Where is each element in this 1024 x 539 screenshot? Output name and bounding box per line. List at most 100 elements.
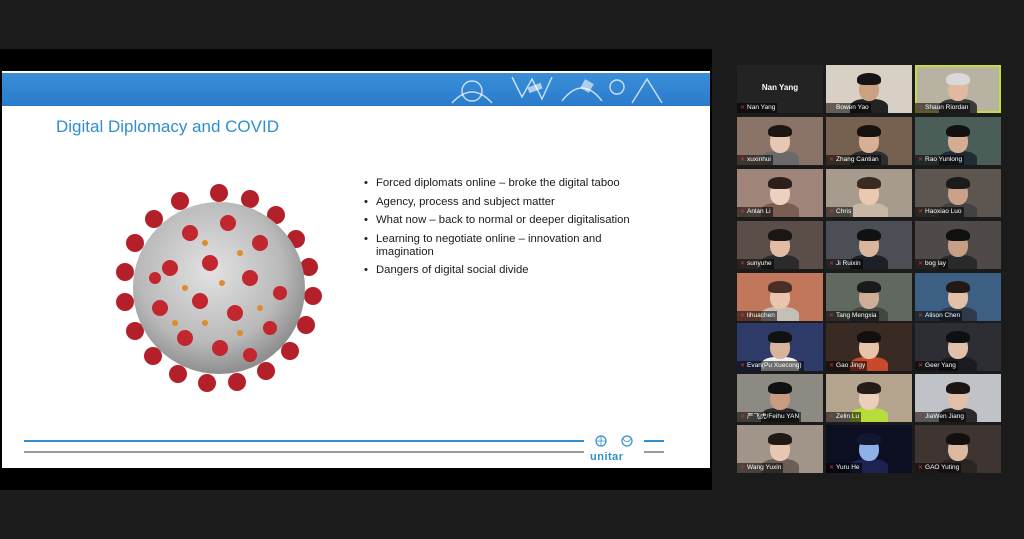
participant-name-label: ✕ 严飞虎/Feihu YAN	[737, 412, 802, 422]
participant-name: JiaWen Jiang	[925, 413, 964, 420]
participant-name-label: ✕ bog lay	[915, 259, 948, 269]
participant-tile[interactable]: ✕ Ji Ruixin	[826, 221, 912, 269]
participant-video-hair	[946, 229, 970, 241]
participant-tile[interactable]: ✕ Zhang Cantian	[826, 117, 912, 165]
participant-name: Zhang Cantian	[836, 156, 879, 163]
participant-name: Bowen Yao	[836, 104, 869, 111]
participant-tile[interactable]: ✕ Zelin Lu	[826, 374, 912, 422]
participant-name-label: ✕ xuxinhui	[737, 155, 773, 165]
participant-video-hair	[946, 281, 970, 293]
participant-video-hair	[857, 125, 881, 137]
participant-name: Wang Yuxin	[747, 464, 782, 471]
participant-video-hair	[857, 177, 881, 189]
participant-name: GAO Yuting	[925, 464, 960, 471]
participant-name: Geer Yang	[925, 362, 956, 369]
participant-name-label: ✕ Bowen Yao	[826, 103, 871, 113]
footer-rule-blue-right	[644, 440, 664, 442]
participant-tile[interactable]: ✕ Shaun Riordan	[915, 65, 1001, 113]
participant-video-hair	[768, 382, 792, 394]
participant-video-hair	[857, 281, 881, 293]
participant-name: Anlan Li	[747, 208, 771, 215]
participant-tile[interactable]: ✕ Anlan Li	[737, 169, 823, 217]
participant-name-label: ✕ Rao Yunlong	[915, 155, 965, 165]
muted-mic-icon: ✕	[829, 157, 835, 163]
participant-tile[interactable]: ✕ Rao Yunlong	[915, 117, 1001, 165]
participant-name-label: ✕ sunyuhe	[737, 259, 774, 269]
participant-tile[interactable]: ✕ Alison Chen	[915, 273, 1001, 321]
muted-mic-icon: ✕	[740, 209, 746, 215]
participant-video-hair	[946, 331, 970, 343]
muted-mic-icon: ✕	[829, 105, 835, 111]
participant-name: Rao Yunlong	[925, 156, 963, 163]
slide-bullet-list: Forced diplomats online – broke the digi…	[364, 177, 654, 283]
muted-mic-icon: ✕	[918, 313, 924, 319]
participant-tile[interactable]: ✕ Evan(Pu Xuecong)	[737, 323, 823, 371]
participant-video-hair	[768, 177, 792, 189]
participant-tile[interactable]: ✕ lihuachen	[737, 273, 823, 321]
participant-name: lihuachen	[747, 312, 775, 319]
bullet-item: What now – back to normal or deeper digi…	[364, 214, 654, 227]
participant-name: Chris	[836, 208, 852, 215]
presentation-slide: Digital Diplomacy and COVID • Forced dip…	[2, 71, 710, 468]
participant-name-label: ✕ GAO Yuting	[915, 463, 962, 473]
participant-name: 严飞虎/Feihu YAN	[747, 413, 800, 420]
muted-mic-icon: ✕	[829, 209, 835, 215]
unitar-logo-text: unitar	[590, 451, 624, 463]
participant-tile[interactable]: ✕ GAO Yuting	[915, 425, 1001, 473]
participant-name-label: ✕ Shaun Riordan	[915, 103, 971, 113]
muted-mic-icon: ✕	[829, 414, 835, 420]
muted-mic-icon: ✕	[918, 465, 924, 471]
muted-mic-icon: ✕	[829, 313, 835, 319]
muted-mic-icon: ✕	[740, 465, 746, 471]
participant-tile[interactable]: Nan Yang ✕ Nan Yang	[737, 65, 823, 113]
muted-mic-icon: ✕	[829, 363, 835, 369]
participant-name-label: ✕ Haoxiao Luo	[915, 207, 964, 217]
slide-title: Digital Diplomacy and COVID	[56, 117, 279, 136]
slide-header-banner	[2, 73, 710, 106]
participant-tile[interactable]: ✕ bog lay	[915, 221, 1001, 269]
participant-video-hair	[768, 281, 792, 293]
participant-video-hair	[768, 331, 792, 343]
footer-rule-gray	[24, 451, 584, 453]
participant-name-label: ✕ Ji Ruixin	[826, 259, 863, 269]
participant-tile[interactable]: ✕ Bowen Yao	[826, 65, 912, 113]
participant-tile[interactable]: ✕ JiaWen Jiang	[915, 374, 1001, 422]
participant-name: sunyuhe	[747, 260, 772, 267]
participant-tile[interactable]: ✕ Haoxiao Luo	[915, 169, 1001, 217]
participant-name-label: ✕ Geer Yang	[915, 361, 958, 371]
participant-name-label: ✕ Tang Mengxia	[826, 311, 879, 321]
participant-tile[interactable]: ✕ xuxinhui	[737, 117, 823, 165]
participant-name: bog lay	[925, 260, 946, 267]
participant-tile[interactable]: ✕ sunyuhe	[737, 221, 823, 269]
muted-mic-icon: ✕	[740, 414, 746, 420]
participant-display-name: Nan Yang	[761, 83, 799, 92]
muted-mic-icon: ✕	[918, 261, 924, 267]
participant-tile[interactable]: ✕ Chris	[826, 169, 912, 217]
participant-name-label: ✕ Alison Chen	[915, 311, 963, 321]
participant-video-body	[850, 203, 888, 217]
muted-mic-icon: ✕	[918, 105, 924, 111]
participant-video-hair	[857, 73, 881, 85]
muted-mic-icon: ✕	[740, 157, 746, 163]
coronavirus-illustration	[116, 184, 322, 392]
participant-tile[interactable]: ✕ 严飞虎/Feihu YAN	[737, 374, 823, 422]
bullet-item: Agency, process and subject matter	[364, 196, 654, 209]
muted-mic-icon: ✕	[829, 261, 835, 267]
muted-mic-icon: ✕	[740, 105, 746, 111]
participant-name-label: ✕ Wang Yuxin	[737, 463, 784, 473]
participant-tile[interactable]: ✕ Geer Yang	[915, 323, 1001, 371]
participant-name-label: ✕ Anlan Li	[737, 207, 773, 217]
participant-tile[interactable]: ✕ Wang Yuxin	[737, 425, 823, 473]
participant-video-hair	[768, 125, 792, 137]
participant-name: Nan Yang	[747, 104, 776, 111]
participant-tile[interactable]: ✕ Gao Jingy	[826, 323, 912, 371]
participant-name-label: ✕ Evan(Pu Xuecong)	[737, 361, 804, 371]
participant-name: Ji Ruixin	[836, 260, 861, 267]
participant-video-hair	[857, 433, 881, 445]
participant-tile[interactable]: ✕ Yuru He	[826, 425, 912, 473]
muted-mic-icon: ✕	[918, 363, 924, 369]
participant-tile[interactable]: ✕ Tang Mengxia	[826, 273, 912, 321]
bullet-item: Dangers of digital social divide	[364, 264, 654, 277]
participant-name: Yuru He	[836, 464, 860, 471]
participant-video-hair	[946, 125, 970, 137]
